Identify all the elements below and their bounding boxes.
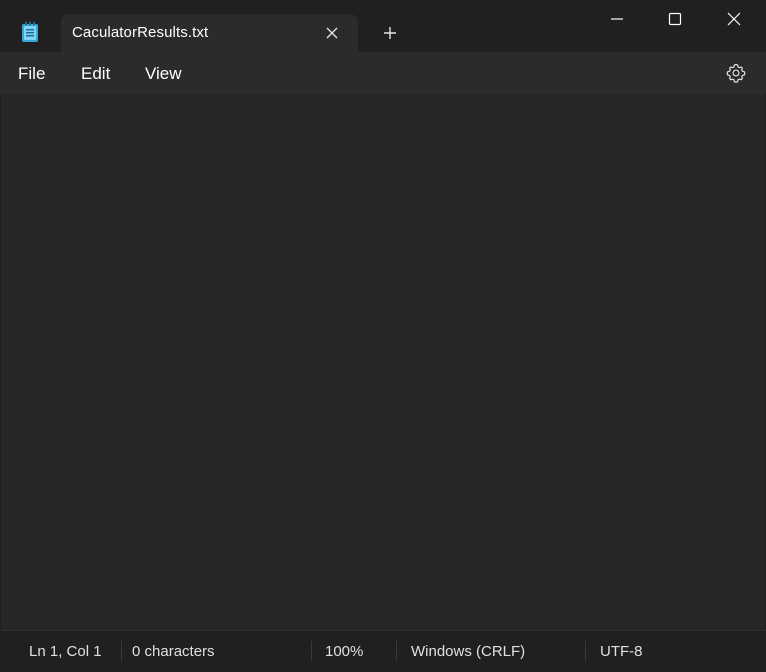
menu-bar: File Edit View <box>0 52 766 94</box>
status-character-count: 0 characters <box>132 643 215 660</box>
maximize-button[interactable] <box>646 0 704 38</box>
close-tab-icon[interactable] <box>323 24 341 42</box>
menu-edit[interactable]: Edit <box>81 52 110 94</box>
close-window-button[interactable] <box>705 0 763 38</box>
settings-gear-icon[interactable] <box>725 62 747 84</box>
new-tab-plus-icon[interactable] <box>379 22 401 44</box>
minimize-icon <box>611 18 623 20</box>
title-bar: CaculatorResults.txt <box>0 0 766 52</box>
maximize-icon <box>668 12 682 26</box>
status-divider <box>585 641 586 661</box>
status-cursor-position: Ln 1, Col 1 <box>29 643 102 660</box>
editor-textarea[interactable] <box>1 94 765 630</box>
status-divider <box>396 641 397 661</box>
menu-file[interactable]: File <box>18 52 45 94</box>
status-line-ending[interactable]: Windows (CRLF) <box>411 631 525 671</box>
status-divider <box>311 641 312 661</box>
tab-caculatorresults[interactable]: CaculatorResults.txt <box>61 14 358 52</box>
status-bar: Ln 1, Col 1 0 characters 100% Windows (C… <box>0 630 766 672</box>
status-zoom[interactable]: 100% <box>325 631 363 671</box>
minimize-button[interactable] <box>588 0 646 38</box>
notepad-icon <box>21 21 39 43</box>
close-icon <box>727 12 741 26</box>
status-divider <box>121 641 122 661</box>
text-editor[interactable] <box>1 94 765 630</box>
tab-title: CaculatorResults.txt <box>72 24 209 41</box>
menu-view[interactable]: View <box>145 52 182 94</box>
status-encoding[interactable]: UTF-8 <box>600 631 643 671</box>
